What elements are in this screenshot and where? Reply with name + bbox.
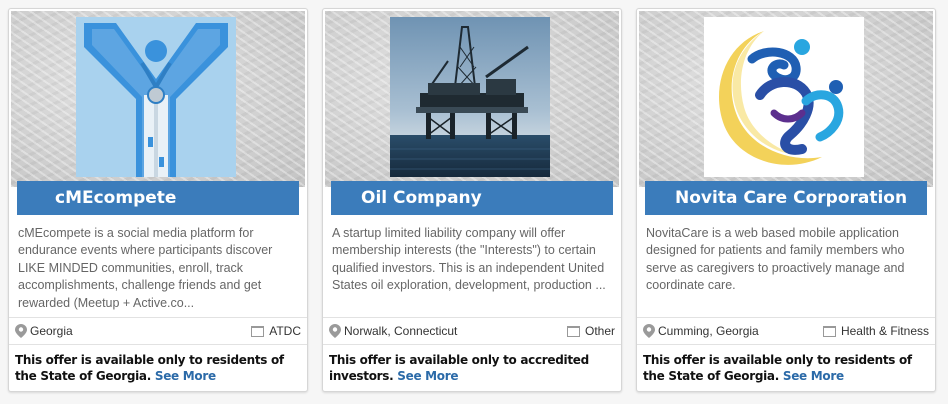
company-description: cMEcompete is a social media platform fo… bbox=[18, 226, 273, 310]
category-label: Health & Fitness bbox=[840, 324, 929, 338]
company-description: NovitaCare is a web based mobile applica… bbox=[646, 226, 905, 293]
folder-icon bbox=[566, 325, 580, 337]
location: Georgia bbox=[15, 324, 73, 338]
company-title[interactable]: cMEcompete bbox=[17, 181, 299, 215]
location-label: Georgia bbox=[30, 324, 73, 338]
offer-text: This offer is available only to accredit… bbox=[329, 353, 589, 383]
offering-card[interactable]: cMEcompete cMEcompete is a social media … bbox=[8, 8, 308, 392]
company-title[interactable]: Oil Company bbox=[331, 181, 613, 215]
card-hero bbox=[639, 11, 933, 187]
location-label: Cumming, Georgia bbox=[658, 324, 759, 338]
oil-platform-photo-icon bbox=[390, 17, 550, 177]
category-label: ATDC bbox=[269, 324, 301, 338]
offerings-grid: cMEcompete cMEcompete is a social media … bbox=[0, 0, 948, 404]
offer-notice: This offer is available only to resident… bbox=[15, 352, 305, 384]
see-more-link[interactable]: See More bbox=[397, 369, 458, 383]
company-logo[interactable] bbox=[76, 17, 236, 177]
see-more-link[interactable]: See More bbox=[155, 369, 216, 383]
offering-card[interactable]: Oil Company A startup limited liability … bbox=[322, 8, 622, 392]
folder-icon bbox=[251, 325, 265, 337]
category: ATDC bbox=[251, 324, 301, 338]
card-hero bbox=[325, 11, 619, 187]
category-label: Other bbox=[584, 324, 615, 338]
person-with-medal-logo-icon bbox=[76, 17, 236, 177]
location: Cumming, Georgia bbox=[643, 324, 759, 338]
offer-text: This offer is available only to resident… bbox=[15, 353, 284, 383]
company-logo[interactable] bbox=[704, 17, 864, 177]
card-meta: Norwalk, Connecticut Other bbox=[323, 317, 621, 345]
offer-notice: This offer is available only to resident… bbox=[643, 352, 933, 384]
location: Norwalk, Connecticut bbox=[329, 324, 457, 338]
map-pin-icon bbox=[643, 324, 655, 338]
offer-text: This offer is available only to resident… bbox=[643, 353, 912, 383]
see-more-link[interactable]: See More bbox=[783, 369, 844, 383]
offering-card[interactable]: Novita Care Corporation NovitaCare is a … bbox=[636, 8, 936, 392]
category: Health & Fitness bbox=[822, 324, 929, 338]
category: Other bbox=[566, 324, 615, 338]
map-pin-icon bbox=[15, 324, 27, 338]
company-title[interactable]: Novita Care Corporation bbox=[645, 181, 927, 215]
company-description: A startup limited liability company will… bbox=[332, 226, 606, 293]
card-hero bbox=[11, 11, 305, 187]
offer-notice: This offer is available only to accredit… bbox=[329, 352, 619, 384]
folder-icon bbox=[822, 325, 836, 337]
map-pin-icon bbox=[329, 324, 341, 338]
card-meta: Georgia ATDC bbox=[9, 317, 307, 345]
company-logo[interactable] bbox=[390, 17, 550, 177]
novita-care-logo-icon bbox=[704, 17, 864, 177]
location-label: Norwalk, Connecticut bbox=[344, 324, 458, 338]
card-meta: Cumming, Georgia Health & Fitness bbox=[637, 317, 935, 345]
